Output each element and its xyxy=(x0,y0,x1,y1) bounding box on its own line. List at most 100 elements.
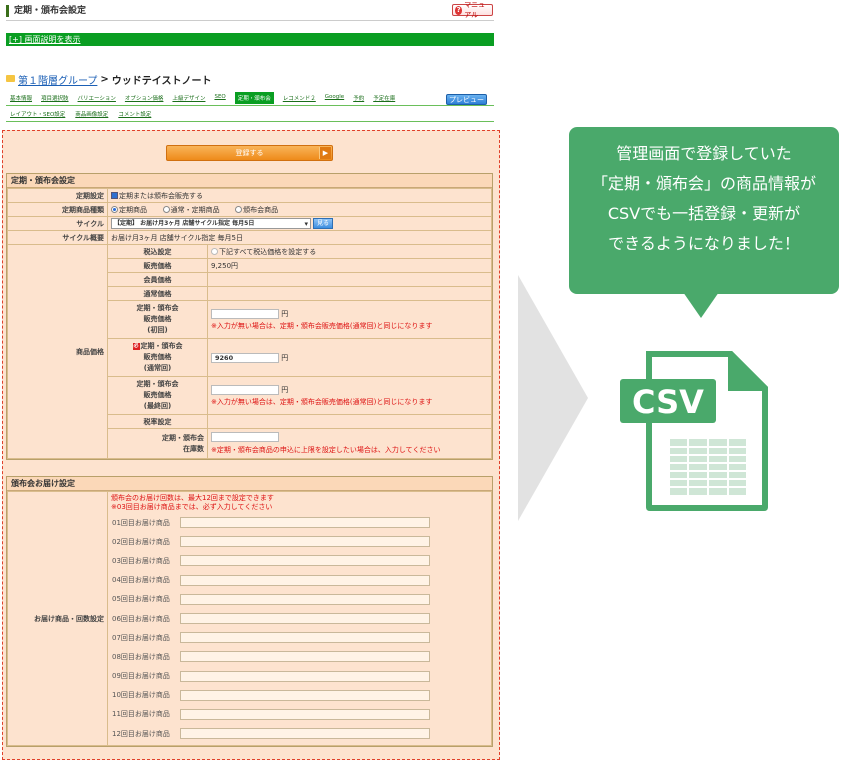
tab-item[interactable]: レコメンド２ xyxy=(283,94,316,104)
callout-line: 管理画面で登録していた xyxy=(616,144,792,163)
tab-item[interactable]: 上級デザイン xyxy=(172,94,205,104)
teiki-checkbox-label: 定期または頒布会販売する xyxy=(119,191,203,200)
register-label: 登録する xyxy=(235,149,264,157)
regular-price-input[interactable]: 9260 xyxy=(211,352,279,363)
list-item: 09回目お届け商品 xyxy=(108,667,491,686)
field-label: 税率設定 xyxy=(107,414,208,429)
tab-divider xyxy=(6,105,494,106)
preview-label: プレビュー xyxy=(449,95,484,104)
tab-item[interactable]: レイアウト・SEO設定 xyxy=(10,110,65,118)
list-item: 07回目お届け商品 xyxy=(108,628,491,647)
tab-item[interactable]: 項目選択肢 xyxy=(41,94,69,104)
delivery-item-input[interactable] xyxy=(180,536,430,548)
list-item: 08回目お届け商品 xyxy=(108,647,491,666)
field-label: 定期・頒布会 xyxy=(162,433,204,442)
delivery-item-input[interactable] xyxy=(180,708,430,720)
teiki-settings-table: 定期設定 定期または頒布会販売する 定期商品種類 定期商品 通常・定期商品 頒布… xyxy=(7,188,492,459)
breadcrumb: 第１階層グループ > ウッドテイストノート xyxy=(6,72,212,87)
tab-item[interactable]: Google xyxy=(325,94,344,104)
delivery-item-input[interactable] xyxy=(180,651,430,663)
delivery-table: お届け商品・回数設定 頒布会のお届け回数は、最大12回まで設定できます ※03回… xyxy=(7,490,492,747)
delivery-item-label: 02回目お届け商品 xyxy=(112,537,170,546)
cycle-view-button[interactable]: 見る xyxy=(313,218,334,229)
section-title: 定期・頒布会設定 xyxy=(7,174,492,188)
tab-item[interactable]: 商品画像設定 xyxy=(75,110,108,118)
yen-unit: 円 xyxy=(281,353,289,362)
last-price-input[interactable] xyxy=(211,384,279,395)
callout-line: 「定期・頒布会」の商品情報が xyxy=(591,174,816,193)
type-radio[interactable] xyxy=(235,206,243,213)
field-label: 販売価格 xyxy=(143,353,172,361)
page-title: 定期・頒布会設定 xyxy=(6,5,86,17)
tab-item[interactable]: 予約 xyxy=(353,94,364,104)
first-price-input[interactable] xyxy=(211,308,279,319)
tax-radio[interactable] xyxy=(211,248,218,255)
list-item: 12回目お届け商品 xyxy=(108,724,491,743)
cycle-select[interactable]: 【定期】 お届け月3ヶ月 店舗サイクル指定 毎月5日 xyxy=(111,218,311,229)
folder-icon xyxy=(6,75,15,82)
chevron-right-icon: ▶ xyxy=(319,147,331,159)
tab-divider xyxy=(6,121,494,122)
required-icon: 必 xyxy=(132,342,140,350)
delivery-item-label: 03回目お届け商品 xyxy=(112,556,170,565)
delivery-item-input[interactable] xyxy=(180,555,430,567)
list-item: 04回目お届け商品 xyxy=(108,571,491,590)
delivery-note-2: ※03回目お届け商品までは、必ず入力してください xyxy=(111,503,273,511)
preview-button[interactable]: プレビュー xyxy=(446,94,487,105)
field-label: サイクル xyxy=(7,216,108,231)
delivery-item-list: 01回目お届け商品 02回目お届け商品 03回目お届け商品 04回目お届け商品 … xyxy=(108,513,491,743)
help-toggle-link[interactable]: [+] 画面説明を表示 xyxy=(9,35,81,44)
callout-tail xyxy=(683,292,719,318)
type-radio[interactable] xyxy=(111,206,118,213)
delivery-item-input[interactable] xyxy=(180,728,430,740)
tab-item[interactable]: SEO xyxy=(214,94,225,104)
field-label: 販売価格 xyxy=(143,315,172,323)
list-item: 02回目お届け商品 xyxy=(108,532,491,551)
field-label: 定期商品種類 xyxy=(7,202,108,217)
callout-line: できるようになりました！ xyxy=(608,234,800,253)
field-label: 商品価格 xyxy=(7,244,108,459)
section-title: 頒布会お届け設定 xyxy=(7,477,492,491)
field-label: (最終回) xyxy=(143,402,172,410)
breadcrumb-group-link[interactable]: 第１階層グループ xyxy=(18,72,97,87)
field-label: お届け商品・回数設定 xyxy=(7,490,108,747)
tab-teiki-active[interactable]: 定期・頒布会 xyxy=(234,92,274,104)
list-item: 05回目お届け商品 xyxy=(108,590,491,609)
field-label: 販売価格 xyxy=(143,391,172,399)
radio-label: 通常・定期商品 xyxy=(170,205,220,214)
list-item: 11回目お届け商品 xyxy=(108,705,491,724)
delivery-item-label: 07回目お届け商品 xyxy=(112,633,170,642)
delivery-item-label: 06回目お届け商品 xyxy=(112,614,170,623)
tab-item[interactable]: オプション価格 xyxy=(125,94,164,104)
tab-item[interactable]: コメント設定 xyxy=(118,110,151,118)
help-toggle-bar[interactable]: [+] 画面説明を表示 xyxy=(6,33,494,46)
tab-item[interactable]: 予定在庫 xyxy=(373,94,395,104)
teiki-settings-section: 定期・頒布会設定 定期設定 定期または頒布会販売する 定期商品種類 定期商品 通… xyxy=(6,173,493,460)
header-divider xyxy=(6,20,494,21)
delivery-item-input[interactable] xyxy=(180,613,430,625)
field-label: サイクル概要 xyxy=(7,230,108,245)
first-price-note: ※入力が無い場合は、定期・頒布会販売価格(通常回)と同じになります xyxy=(211,321,433,330)
last-price-note: ※入力が無い場合は、定期・頒布会販売価格(通常回)と同じになります xyxy=(211,397,433,406)
delivery-item-input[interactable] xyxy=(180,670,430,682)
tab-item[interactable]: バリエーション xyxy=(78,94,116,104)
delivery-item-input[interactable] xyxy=(180,689,430,701)
field-label: 販売価格 xyxy=(107,258,208,273)
yen-unit: 円 xyxy=(281,309,289,318)
register-button[interactable]: 登録する ▶ xyxy=(166,145,333,161)
delivery-item-input[interactable] xyxy=(180,632,430,644)
type-radio[interactable] xyxy=(162,206,170,213)
tax-value: 下記すべて税込価格を設定する xyxy=(219,247,317,256)
delivery-item-input[interactable] xyxy=(180,593,430,605)
delivery-item-input[interactable] xyxy=(180,517,430,529)
tab-item[interactable]: 基本情報 xyxy=(10,94,32,104)
tab-bar-secondary: レイアウト・SEO設定 商品画像設定 コメント設定 xyxy=(10,110,151,118)
tab-bar-primary: 基本情報 項目選択肢 バリエーション オプション価格 上級デザイン SEO 定期… xyxy=(10,92,395,104)
delivery-item-label: 08回目お届け商品 xyxy=(112,652,170,661)
field-label: 定期設定 xyxy=(7,188,108,203)
list-item: 10回目お届け商品 xyxy=(108,686,491,705)
teiki-checkbox[interactable] xyxy=(111,192,118,199)
manual-button[interactable]: ? マニュアル xyxy=(452,1,493,19)
stock-input[interactable] xyxy=(211,431,279,442)
delivery-item-input[interactable] xyxy=(180,574,430,586)
